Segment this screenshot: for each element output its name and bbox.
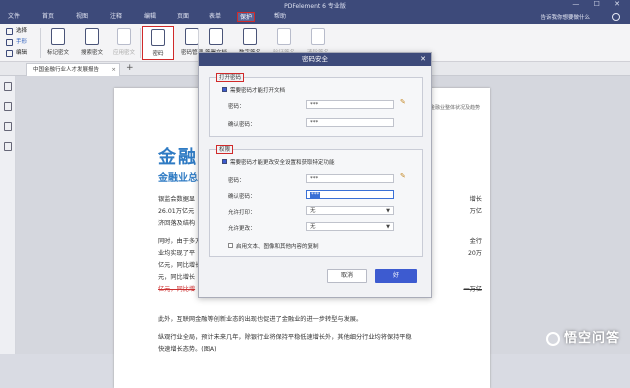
divider bbox=[140, 28, 141, 58]
menu-view[interactable]: 视图 bbox=[74, 12, 90, 22]
menu-protect[interactable]: 保护 bbox=[237, 12, 256, 22]
checkbox-checked bbox=[222, 159, 227, 164]
dialog-title-bar: 密码安全 ✕ bbox=[199, 53, 431, 66]
wukong-logo-icon bbox=[545, 331, 560, 346]
body-line: 业均实现了平 bbox=[158, 250, 196, 257]
apply-redaction-button[interactable]: 应用密文 bbox=[108, 26, 140, 60]
permission-label: 权限 bbox=[216, 145, 234, 154]
menu-page[interactable]: 页面 bbox=[175, 12, 191, 22]
thumbnail-icon[interactable] bbox=[4, 82, 12, 91]
body-fragment: 20万 bbox=[467, 250, 482, 257]
mark-redaction-button[interactable]: 标记密文 bbox=[42, 26, 74, 60]
body-fragment: 一万亿 bbox=[463, 286, 482, 293]
cursor-icon bbox=[6, 28, 13, 35]
tell-me-search[interactable]: 告诉我你想要做什么 bbox=[540, 13, 590, 21]
open-password-field-label: 密码： bbox=[228, 104, 245, 110]
title-bar: PDFelement 6 专业版 — ☐ ✕ bbox=[0, 0, 630, 10]
add-tab-button[interactable]: + bbox=[126, 63, 134, 73]
open-password-label: 打开密码 bbox=[216, 73, 245, 82]
section-heading: 金融业总 bbox=[158, 173, 198, 184]
dialog-close-icon[interactable]: ✕ bbox=[420, 53, 426, 66]
mark-redaction-icon bbox=[51, 28, 65, 45]
allow-print-label: 允许打印： bbox=[228, 210, 256, 216]
search-redaction-button[interactable]: 搜索密文 bbox=[76, 26, 108, 60]
hand-tool[interactable]: 手形 bbox=[4, 37, 40, 48]
menu-home[interactable]: 首页 bbox=[40, 12, 56, 22]
require-permission-password-checkbox[interactable]: 需要密码才能更改安全设置和获取特定功能 bbox=[222, 158, 335, 166]
allow-change-select[interactable]: 无 ▼ bbox=[306, 222, 394, 231]
menu-help[interactable]: 帮助 bbox=[272, 12, 288, 22]
page-header: 金融业整体状况及趋势 bbox=[429, 105, 480, 111]
checkbox-unchecked bbox=[228, 243, 233, 248]
allow-change-label: 允许更改： bbox=[228, 226, 256, 232]
sign-document-icon bbox=[209, 28, 223, 45]
body-line: 银监会数据显 bbox=[158, 196, 196, 203]
window-title: PDFelement 6 专业版 bbox=[284, 3, 346, 10]
body-line: 26.01万亿元 bbox=[158, 208, 195, 215]
bookmark-icon[interactable] bbox=[4, 102, 12, 111]
permission-group: 权限 需要密码才能更改安全设置和获取特定功能 密码： *** ✎ 确认密码： *… bbox=[209, 145, 423, 257]
apply-redaction-icon bbox=[117, 28, 131, 45]
notification-icon[interactable] bbox=[612, 13, 620, 21]
comment-icon[interactable] bbox=[4, 122, 12, 131]
menu-form[interactable]: 表单 bbox=[207, 12, 223, 22]
body-fragment: 增长 bbox=[469, 196, 482, 203]
body-line: 亿元，同比增长 bbox=[158, 262, 202, 269]
menu-edit[interactable]: 编辑 bbox=[142, 12, 158, 22]
chevron-down-icon: ▼ bbox=[386, 224, 390, 230]
clear-signature-icon bbox=[311, 28, 325, 45]
verify-signature-icon bbox=[277, 28, 291, 45]
body-line: 快速增长态势。(图A) bbox=[158, 346, 217, 353]
key-icon[interactable]: ✎ bbox=[400, 98, 406, 106]
window-controls[interactable]: — ☐ ✕ bbox=[572, 0, 626, 8]
open-password-input[interactable]: *** bbox=[306, 100, 394, 109]
require-open-password-checkbox[interactable]: 需要密码才能打开文档 bbox=[222, 86, 285, 94]
open-confirm-input[interactable]: *** bbox=[306, 118, 394, 127]
attachment-icon[interactable] bbox=[4, 142, 12, 151]
body-line: 纵观行业全局，预计未来几年，除银行业将保持平稳低速增长外，其他细分行业均将保持平… bbox=[158, 334, 412, 341]
menu-comment[interactable]: 注释 bbox=[108, 12, 124, 22]
ok-button[interactable]: 好 bbox=[375, 269, 417, 283]
edit-tool[interactable]: 编辑 bbox=[4, 48, 40, 59]
mode-tools: 选择 手形 编辑 bbox=[4, 26, 40, 59]
search-redaction-icon bbox=[85, 28, 99, 45]
body-line: 元，同比增长 bbox=[158, 274, 196, 281]
open-confirm-field-label: 确认密码： bbox=[228, 122, 256, 128]
body-line: 同时，由于多方 bbox=[158, 238, 202, 245]
watermark: 悟空问答 bbox=[545, 327, 620, 346]
edit-icon bbox=[6, 50, 13, 57]
perm-confirm-input[interactable]: *** bbox=[306, 190, 394, 199]
password-security-dialog: 密码安全 ✕ 打开密码 需要密码才能打开文档 密码： *** ✎ 确认密码： *… bbox=[198, 52, 432, 298]
left-sidebar bbox=[0, 76, 16, 354]
body-line: 济回落及结构 bbox=[158, 220, 196, 227]
dialog-title: 密码安全 bbox=[302, 55, 328, 63]
lock-icon bbox=[151, 29, 165, 46]
password-button[interactable]: 密码 bbox=[142, 26, 174, 60]
divider bbox=[40, 28, 41, 58]
perm-confirm-field-label: 确认密码： bbox=[228, 194, 256, 200]
key-icon[interactable]: ✎ bbox=[400, 172, 406, 180]
document-tab[interactable]: 中国金融行业人才发展报告 × bbox=[26, 63, 120, 76]
open-password-group: 打开密码 需要密码才能打开文档 密码： *** ✎ 确认密码： *** bbox=[209, 73, 423, 137]
close-icon[interactable]: × bbox=[111, 64, 116, 76]
body-line: 此外，互联网金融等创新业态的出现也促进了金融业的进一步转型与发展。 bbox=[158, 316, 363, 323]
body-fragment: 金行 bbox=[469, 238, 482, 245]
perm-password-input[interactable]: *** bbox=[306, 174, 394, 183]
cancel-button[interactable]: 取消 bbox=[327, 269, 367, 283]
perm-password-field-label: 密码： bbox=[228, 178, 245, 184]
struck-line: 亿元，同比增 bbox=[158, 286, 196, 293]
menu-bar: 文件 首页 视图 注释 编辑 页面 表单 保护 帮助 告诉我你想要做什么 bbox=[0, 10, 630, 24]
checkbox-checked bbox=[222, 87, 227, 92]
dialog-box: 密码安全 ✕ 打开密码 需要密码才能打开文档 密码： *** ✎ 确认密码： *… bbox=[198, 52, 432, 298]
menu-file[interactable]: 文件 bbox=[6, 12, 22, 22]
enable-copy-checkbox[interactable]: 启用文本、图像和其他内容的复制 bbox=[228, 242, 319, 250]
hand-icon bbox=[6, 39, 13, 46]
allow-print-select[interactable]: 无 ▼ bbox=[306, 206, 394, 215]
select-tool[interactable]: 选择 bbox=[4, 26, 40, 37]
password-manager-icon bbox=[185, 28, 199, 45]
body-fragment: 万亿 bbox=[469, 208, 482, 215]
chevron-down-icon: ▼ bbox=[386, 208, 390, 214]
digital-signature-icon bbox=[243, 28, 257, 45]
